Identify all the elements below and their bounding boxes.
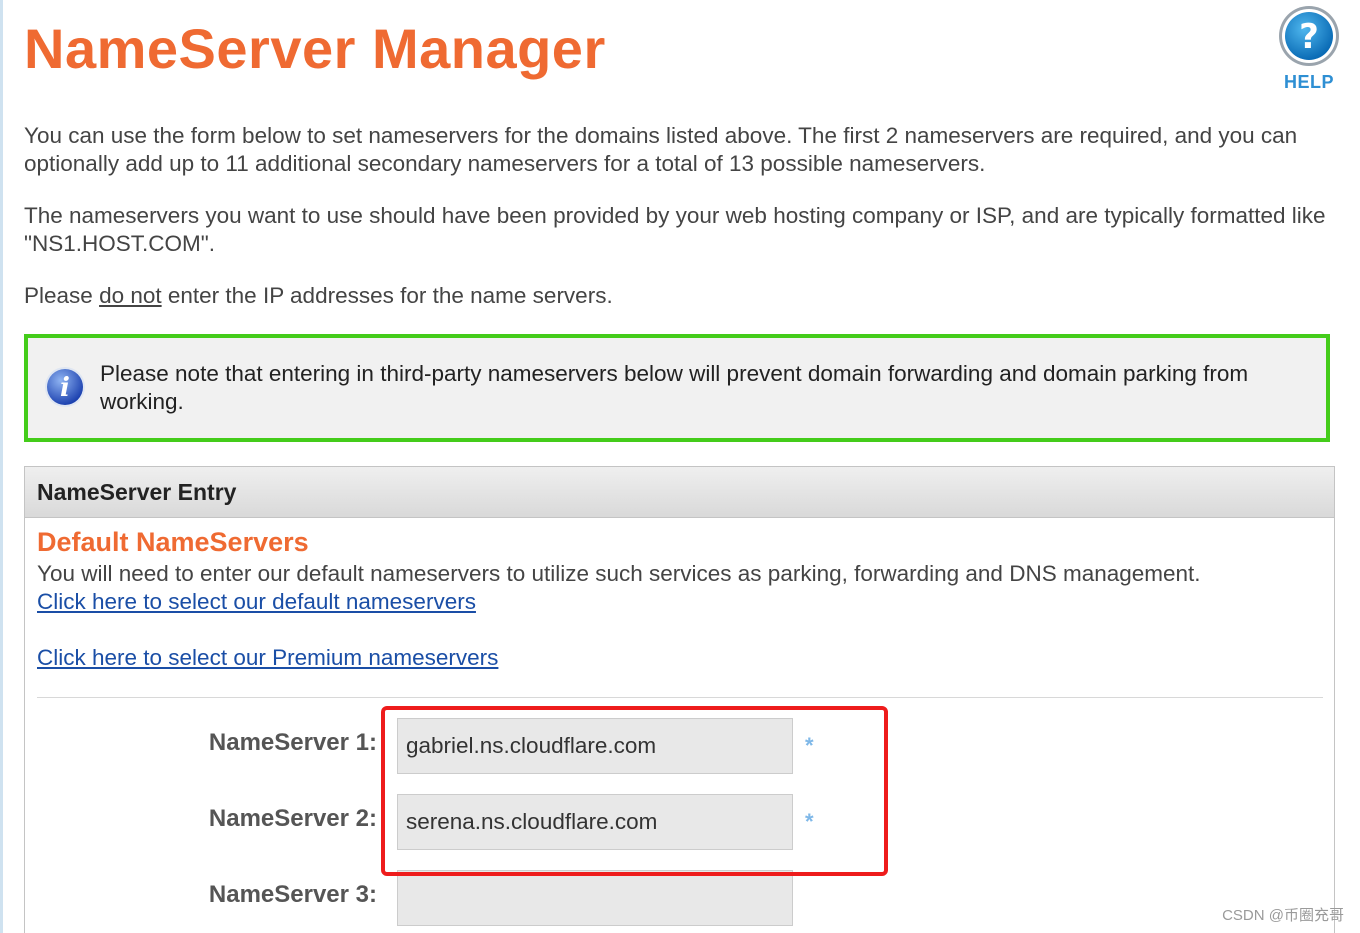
do-not-emphasis: do not <box>99 283 162 308</box>
svg-text:i: i <box>60 373 70 403</box>
help-label[interactable]: HELP <box>1274 72 1344 93</box>
notice-box: i Please note that entering in third-par… <box>24 334 1330 442</box>
divider <box>37 697 1323 698</box>
select-premium-nameservers-link[interactable]: Click here to select our Premium nameser… <box>37 644 498 672</box>
nameserver-3-label: NameServer 3: <box>208 881 377 908</box>
nameserver-2-label: NameServer 2: <box>208 805 377 832</box>
watermark: CSDN @币圈充哥 <box>1222 907 1344 924</box>
entry-header-title: NameServer Entry <box>37 479 237 505</box>
nameserver-2-input[interactable] <box>397 794 793 850</box>
default-nameservers-title: Default NameServers <box>37 527 309 557</box>
svg-text:?: ? <box>1299 17 1319 57</box>
nameserver-3-input[interactable] <box>397 870 793 926</box>
nameserver-entry-panel: NameServer Entry Default NameServers You… <box>24 466 1335 933</box>
page-title: NameServer Manager <box>24 17 606 80</box>
help-button[interactable]: ? HELP <box>1274 4 1344 93</box>
required-asterisk: * <box>805 733 814 758</box>
left-border <box>0 0 3 933</box>
paragraph-3-suffix: enter the IP addresses for the name serv… <box>161 283 613 308</box>
info-icon: i <box>45 367 85 407</box>
nameserver-1-label: NameServer 1: <box>208 729 377 756</box>
nameserver-1-input[interactable] <box>397 718 793 774</box>
entry-header: NameServer Entry <box>25 467 1334 518</box>
default-nameservers-description: You will need to enter our default names… <box>37 561 1201 586</box>
paragraph-3-prefix: Please <box>24 283 100 308</box>
page: NameServer Manager ? HELP You can use th… <box>0 0 1360 933</box>
select-default-nameservers-link[interactable]: Click here to select our default nameser… <box>37 588 476 616</box>
required-asterisk: * <box>805 809 814 834</box>
intro-paragraph-3: Please do not enter the IP addresses for… <box>24 282 1344 310</box>
notice-text: Please note that entering in third-party… <box>100 361 1249 414</box>
question-mark-circle-icon: ? <box>1279 6 1339 66</box>
intro-paragraph-2: The nameservers you want to use should h… <box>24 203 1326 256</box>
intro-paragraph-1: You can use the form below to set namese… <box>24 123 1298 176</box>
